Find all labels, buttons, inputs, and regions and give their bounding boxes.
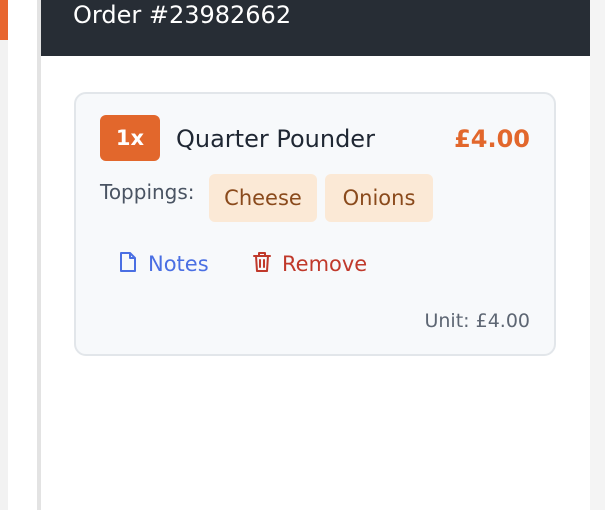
toppings-label: Toppings:: [100, 180, 195, 204]
left-accent-bar: [0, 0, 8, 40]
item-price: £4.00: [454, 125, 530, 153]
trash-icon: [252, 251, 282, 278]
quantity-badge: 1x: [100, 115, 160, 161]
unit-price: Unit: £4.00: [424, 310, 530, 332]
order-title: Order #23982662: [73, 1, 292, 29]
topping-chip-onions: Onions: [325, 174, 433, 222]
order-header: Order #23982662: [41, 0, 590, 56]
order-item-card: 1x Quarter Pounder £4.00 Toppings: Chees…: [74, 92, 556, 356]
background-panel-left: [0, 0, 8, 510]
right-edge: [590, 0, 605, 510]
remove-label: Remove: [282, 252, 368, 276]
document-icon: [118, 251, 148, 278]
topping-chip-cheese: Cheese: [209, 174, 317, 222]
notes-button[interactable]: Notes: [118, 250, 209, 278]
remove-button[interactable]: Remove: [252, 250, 367, 278]
item-name: Quarter Pounder: [176, 125, 375, 153]
notes-label: Notes: [148, 252, 209, 276]
order-panel: Order #23982662 1x Quarter Pounder £4.00…: [41, 0, 590, 510]
